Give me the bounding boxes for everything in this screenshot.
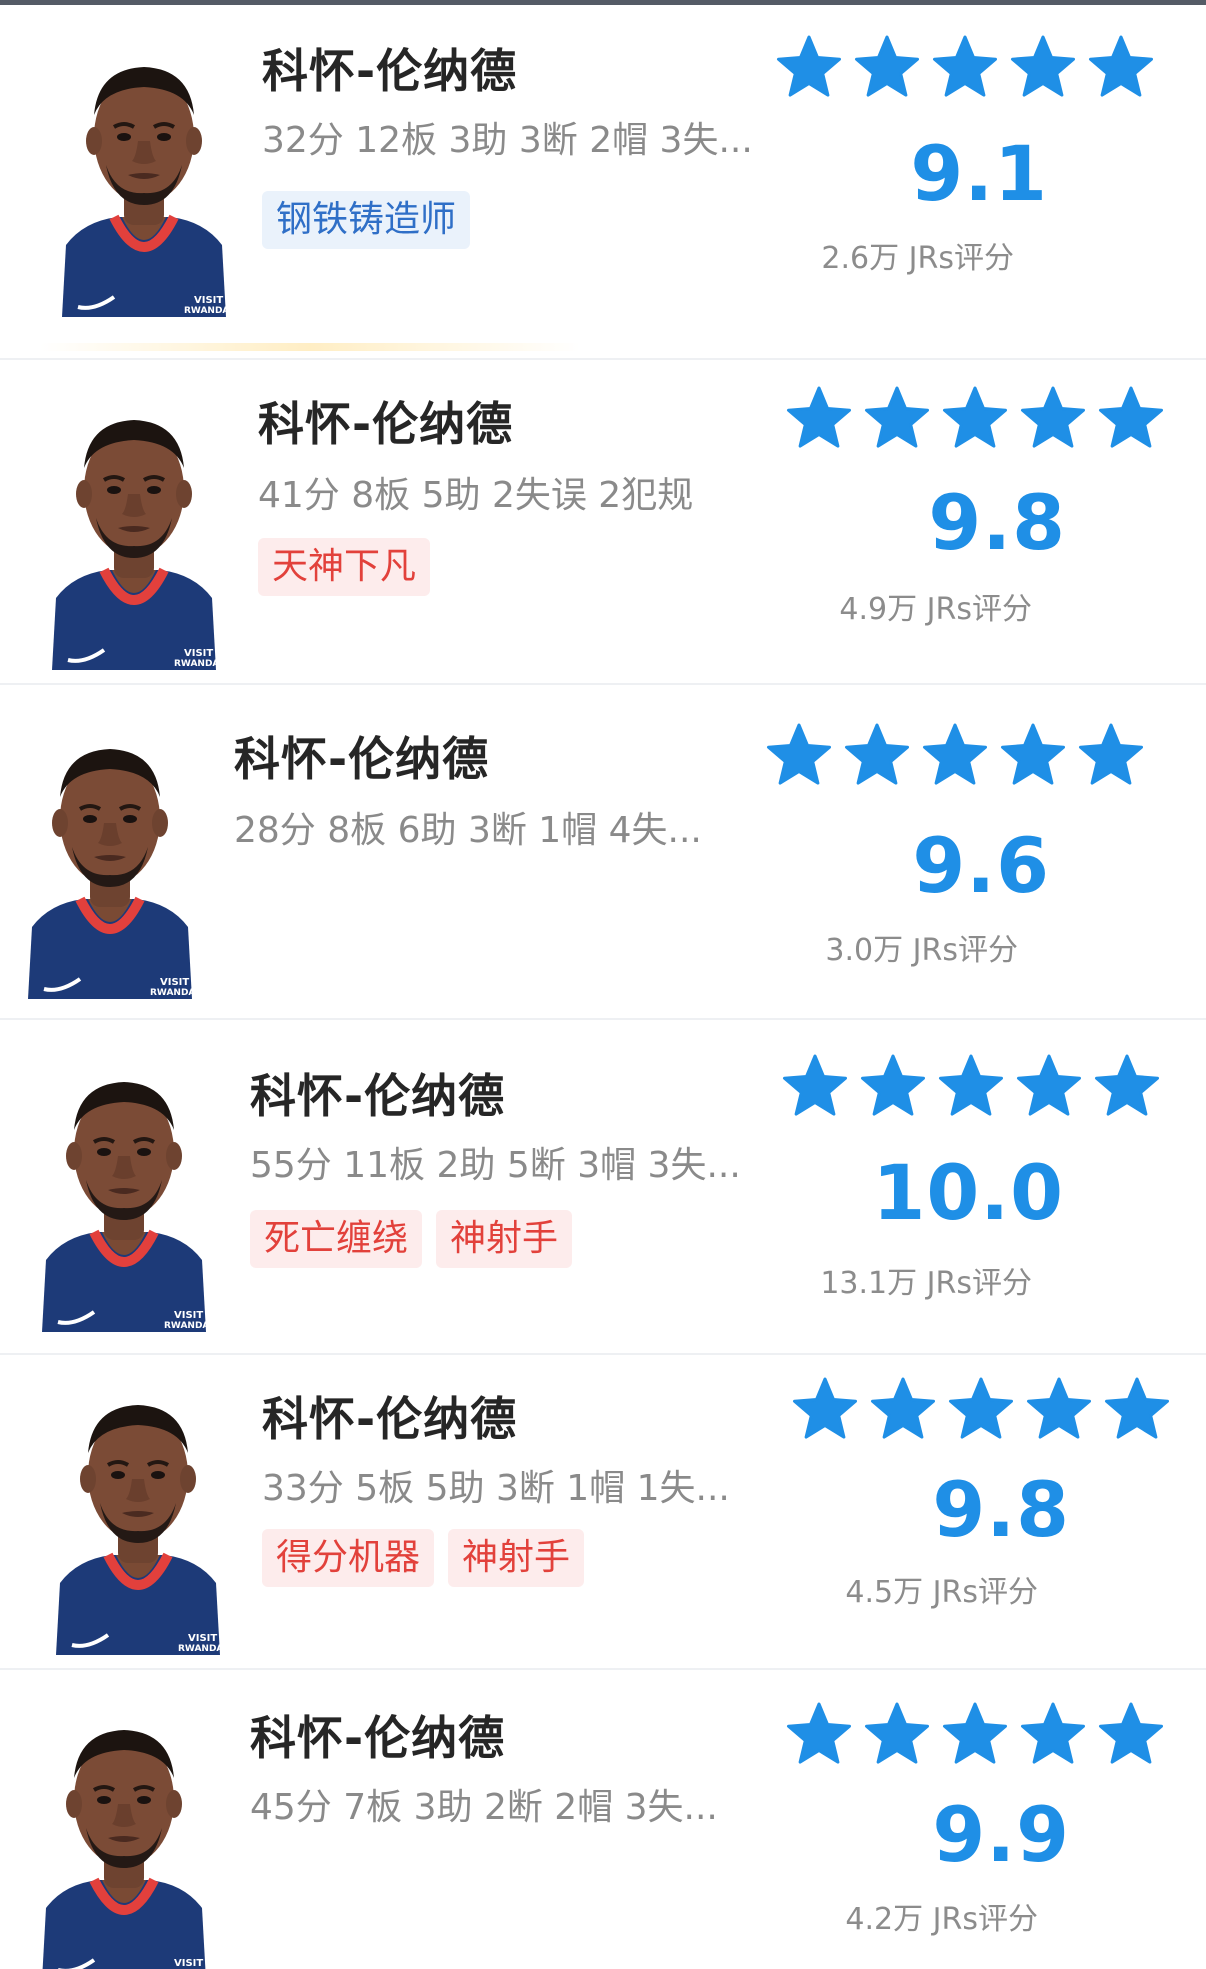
svg-text:VISIT: VISIT xyxy=(174,1310,203,1321)
rating-count: 4.5万 JRs评分 xyxy=(845,1575,1038,1610)
star-icon xyxy=(943,386,1007,448)
card-divider xyxy=(0,1018,1206,1020)
rating-count: 4.2万 JRs评分 xyxy=(845,1902,1038,1937)
star-icon xyxy=(1099,1702,1163,1764)
rating-score: 9.6 xyxy=(912,821,1050,910)
svg-text:VISIT: VISIT xyxy=(194,295,223,306)
card-divider xyxy=(0,683,1206,685)
highlight-strip xyxy=(40,343,580,351)
tag-badge: 死亡缠绕 xyxy=(250,1210,423,1268)
rating-count: 2.6万 JRs评分 xyxy=(821,241,1014,276)
svg-text:VISIT: VISIT xyxy=(188,1633,217,1644)
tag-list: 钢铁铸造师 xyxy=(262,191,471,249)
star-icon xyxy=(777,35,841,97)
rating-score: 10.0 xyxy=(872,1148,1064,1237)
svg-text:RWANDA: RWANDA xyxy=(174,659,219,669)
tag-list: 得分机器 神射手 xyxy=(262,1529,585,1587)
star-rating xyxy=(776,35,1154,99)
player-name: 科怀-伦纳德 xyxy=(262,44,518,98)
tag-list: 死亡缠绕 神射手 xyxy=(250,1210,573,1268)
player-name: 科怀-伦纳德 xyxy=(258,397,514,451)
svg-text:VISIT: VISIT xyxy=(160,977,189,988)
player-avatar: VISIT RWANDA xyxy=(38,1383,238,1655)
player-name: 科怀-伦纳德 xyxy=(250,1069,506,1123)
star-icon xyxy=(783,1054,847,1116)
player-rating-card[interactable]: VISIT RWANDA 科怀-伦纳德 33分 5板 5助 3断 1帽 1失...… xyxy=(0,1357,1206,1667)
card-divider xyxy=(0,1353,1206,1355)
star-rating xyxy=(786,386,1164,450)
star-icon xyxy=(1021,386,1085,448)
star-icon xyxy=(787,386,851,448)
card-divider xyxy=(0,358,1206,360)
rating-score: 9.9 xyxy=(932,1790,1070,1879)
star-icon xyxy=(949,1377,1013,1439)
star-icon xyxy=(787,1702,851,1764)
star-icon xyxy=(871,1377,935,1439)
star-icon xyxy=(1105,1377,1169,1439)
tag-badge: 天神下凡 xyxy=(258,538,431,596)
star-icon xyxy=(1095,1054,1159,1116)
rating-score: 9.1 xyxy=(910,129,1048,218)
tag-list: 天神下凡 xyxy=(258,538,431,596)
star-icon xyxy=(923,723,987,785)
rating-count: 3.0万 JRs评分 xyxy=(825,933,1018,968)
player-avatar: VISIT RWANDA xyxy=(44,45,244,317)
star-rating xyxy=(782,1054,1160,1118)
card-divider xyxy=(0,1668,1206,1670)
tag-badge: 得分机器 xyxy=(262,1529,435,1587)
star-icon xyxy=(855,35,919,97)
star-icon xyxy=(1027,1377,1091,1439)
stat-line: 28分 8板 6助 3断 1帽 4失... xyxy=(234,810,702,851)
tag-badge: 神射手 xyxy=(448,1529,585,1587)
svg-text:RWANDA: RWANDA xyxy=(178,1644,223,1654)
stat-line: 45分 7板 3助 2断 2帽 3失... xyxy=(250,1787,718,1828)
star-icon xyxy=(933,35,997,97)
star-icon xyxy=(1079,723,1143,785)
rating-count: 4.9万 JRs评分 xyxy=(839,592,1032,627)
player-rating-card[interactable]: VISIT RWANDA 科怀-伦纳德 55分 11板 2助 5断 3帽 3失..… xyxy=(0,1022,1206,1352)
star-icon xyxy=(861,1054,925,1116)
player-avatar: VISIT RWANDA xyxy=(24,1060,224,1332)
player-name: 科怀-伦纳德 xyxy=(234,732,490,786)
star-icon xyxy=(1089,35,1153,97)
star-rating xyxy=(766,723,1144,787)
star-icon xyxy=(1021,1702,1085,1764)
star-icon xyxy=(1099,386,1163,448)
star-icon xyxy=(1011,35,1075,97)
rating-score: 9.8 xyxy=(928,478,1066,567)
stat-line: 32分 12板 3助 3断 2帽 3失... xyxy=(262,120,753,161)
player-name: 科怀-伦纳德 xyxy=(250,1711,506,1765)
star-icon xyxy=(1001,723,1065,785)
star-icon xyxy=(865,386,929,448)
star-icon xyxy=(793,1377,857,1439)
player-rating-card[interactable]: VISIT RWANDA 科怀-伦纳德 41分 8板 5助 2失误 2犯规天神下凡… xyxy=(0,362,1206,682)
player-avatar: VISIT RWANDA xyxy=(34,398,234,670)
star-rating xyxy=(792,1377,1170,1441)
player-avatar: VISIT RWANDA xyxy=(10,727,210,999)
star-icon xyxy=(865,1702,929,1764)
player-avatar: VISIT RWANDA xyxy=(24,1708,224,1969)
svg-text:RWANDA: RWANDA xyxy=(164,1321,209,1331)
svg-text:VISIT: VISIT xyxy=(184,648,213,659)
tag-badge: 钢铁铸造师 xyxy=(262,191,471,249)
star-icon xyxy=(1017,1054,1081,1116)
player-rating-card[interactable]: VISIT RWANDA 科怀-伦纳德 28分 8板 6助 3断 1帽 4失...… xyxy=(0,687,1206,1017)
tag-badge: 神射手 xyxy=(436,1210,573,1268)
player-name: 科怀-伦纳德 xyxy=(262,1392,518,1446)
star-icon xyxy=(767,723,831,785)
star-rating xyxy=(786,1702,1164,1766)
stat-line: 33分 5板 5助 3断 1帽 1失... xyxy=(262,1468,730,1509)
star-icon xyxy=(939,1054,1003,1116)
player-rating-card[interactable]: VISIT RWANDA 科怀-伦纳德 45分 7板 3助 2断 2帽 3失...… xyxy=(0,1672,1206,1969)
stat-line: 41分 8板 5助 2失误 2犯规 xyxy=(258,475,694,516)
svg-text:RWANDA: RWANDA xyxy=(184,306,229,316)
rating-score: 9.8 xyxy=(932,1465,1070,1554)
stat-line: 55分 11板 2助 5断 3帽 3失... xyxy=(250,1145,741,1186)
svg-text:RWANDA: RWANDA xyxy=(150,988,195,998)
rating-count: 13.1万 JRs评分 xyxy=(820,1266,1032,1301)
player-rating-card[interactable]: VISIT RWANDA 科怀-伦纳德 32分 12板 3助 3断 2帽 3失..… xyxy=(0,5,1206,357)
star-icon xyxy=(943,1702,1007,1764)
star-icon xyxy=(845,723,909,785)
